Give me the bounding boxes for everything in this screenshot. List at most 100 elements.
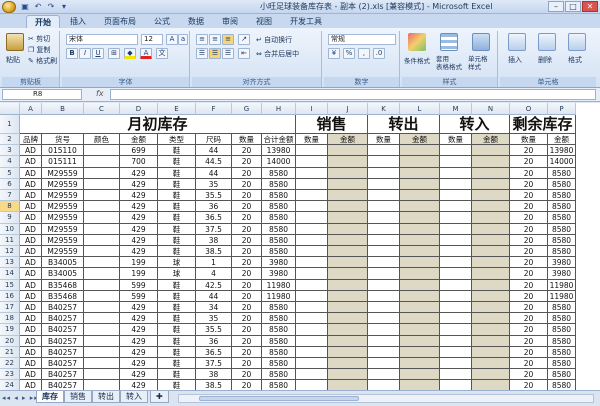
conditional-format-button[interactable]: 条件格式 xyxy=(404,55,430,65)
borders-icon[interactable]: ⊞ xyxy=(108,48,120,59)
table-cell[interactable]: AD xyxy=(20,324,42,336)
table-cell[interactable]: 3980 xyxy=(548,268,576,280)
table-cell[interactable] xyxy=(368,313,400,325)
table-cell[interactable]: 20 xyxy=(232,156,262,168)
table-cell[interactable] xyxy=(400,167,440,179)
table-cell[interactable] xyxy=(84,346,120,358)
table-cell[interactable] xyxy=(296,369,328,381)
table-cell[interactable]: 20 xyxy=(510,268,548,280)
table-cell[interactable] xyxy=(328,302,368,314)
table-cell[interactable]: 20 xyxy=(232,246,262,258)
ribbon-tab[interactable]: 公式 xyxy=(146,15,178,28)
table-cell[interactable]: 8580 xyxy=(262,369,296,381)
table-cell[interactable]: AD xyxy=(20,335,42,347)
table-cell[interactable]: 3980 xyxy=(548,257,576,269)
table-cell[interactable] xyxy=(400,346,440,358)
column-header[interactable]: K xyxy=(368,103,400,115)
column-header[interactable]: P xyxy=(548,103,576,115)
name-box[interactable]: R8 xyxy=(2,89,82,100)
table-cell[interactable]: 鞋 xyxy=(158,346,196,358)
decrease-indent-icon[interactable]: ⇤ xyxy=(238,48,250,59)
table-cell[interactable] xyxy=(368,279,400,291)
table-cell[interactable]: AD xyxy=(20,212,42,224)
table-cell[interactable]: 20 xyxy=(232,380,262,390)
table-cell[interactable] xyxy=(440,156,472,168)
table-cell[interactable]: 429 xyxy=(120,369,158,381)
table-cell[interactable]: 20 xyxy=(232,268,262,280)
row-header[interactable]: 20 xyxy=(0,335,20,347)
table-cell[interactable] xyxy=(84,145,120,157)
table-cell[interactable] xyxy=(84,369,120,381)
table-cell[interactable]: AD xyxy=(20,346,42,358)
table-cell[interactable]: 20 xyxy=(510,201,548,213)
shrink-font-icon[interactable]: a xyxy=(178,34,188,45)
table-cell[interactable]: 429 xyxy=(120,346,158,358)
table-cell[interactable]: 599 xyxy=(120,279,158,291)
table-cell[interactable]: B40257 xyxy=(42,324,84,336)
table-cell[interactable]: 35 xyxy=(196,178,232,190)
table-cell[interactable]: AD xyxy=(20,369,42,381)
conditional-format-icon[interactable] xyxy=(408,33,426,51)
table-cell[interactable] xyxy=(328,324,368,336)
align-center-icon[interactable]: ☰ xyxy=(209,48,221,59)
table-cell[interactable]: 20 xyxy=(510,313,548,325)
table-cell[interactable]: 20 xyxy=(232,369,262,381)
table-cell[interactable]: 20 xyxy=(510,223,548,235)
table-cell[interactable]: B40257 xyxy=(42,302,84,314)
bold-icon[interactable]: B xyxy=(66,48,78,59)
table-cell[interactable] xyxy=(296,145,328,157)
table-cell[interactable]: M29559 xyxy=(42,201,84,213)
insert-cells-button[interactable]: 插入 xyxy=(508,55,522,65)
insert-cells-icon[interactable] xyxy=(508,33,526,51)
table-cell[interactable]: 38.5 xyxy=(196,246,232,258)
table-cell[interactable] xyxy=(440,279,472,291)
column-header[interactable]: I xyxy=(296,103,328,115)
table-cell[interactable] xyxy=(328,358,368,370)
table-cell[interactable] xyxy=(472,324,510,336)
table-cell[interactable] xyxy=(296,302,328,314)
table-cell[interactable] xyxy=(440,167,472,179)
table-cell[interactable] xyxy=(296,178,328,190)
table-cell[interactable]: 38.5 xyxy=(196,380,232,390)
table-cell[interactable]: 8580 xyxy=(548,212,576,224)
table-cell[interactable]: 20 xyxy=(232,324,262,336)
wrap-text-button[interactable]: ↵ 自动换行 xyxy=(256,35,292,45)
italic-icon[interactable]: I xyxy=(79,48,91,59)
table-cell[interactable] xyxy=(84,178,120,190)
table-cell[interactable] xyxy=(328,257,368,269)
table-cell[interactable]: 8580 xyxy=(262,335,296,347)
table-cell[interactable]: 199 xyxy=(120,257,158,269)
table-cell[interactable]: 429 xyxy=(120,167,158,179)
table-cell[interactable] xyxy=(296,324,328,336)
table-cell[interactable]: B34005 xyxy=(42,268,84,280)
table-cell[interactable]: 20 xyxy=(510,145,548,157)
table-cell[interactable]: 3980 xyxy=(262,257,296,269)
table-cell[interactable]: 20 xyxy=(232,358,262,370)
format-cells-button[interactable]: 格式 xyxy=(568,55,582,65)
table-cell[interactable]: B40257 xyxy=(42,346,84,358)
column-header[interactable]: F xyxy=(196,103,232,115)
table-cell[interactable] xyxy=(296,290,328,302)
table-cell[interactable] xyxy=(440,246,472,258)
table-cell[interactable] xyxy=(296,268,328,280)
table-cell[interactable]: 20 xyxy=(232,335,262,347)
row-header[interactable]: 22 xyxy=(0,358,20,370)
table-cell[interactable]: B40257 xyxy=(42,380,84,390)
table-cell[interactable]: AD xyxy=(20,167,42,179)
table-cell[interactable] xyxy=(368,268,400,280)
row-header[interactable]: 21 xyxy=(0,346,20,358)
table-cell[interactable] xyxy=(368,380,400,390)
table-cell[interactable] xyxy=(84,212,120,224)
table-cell[interactable]: 429 xyxy=(120,190,158,202)
table-cell[interactable] xyxy=(472,201,510,213)
table-cell[interactable] xyxy=(328,335,368,347)
table-cell[interactable]: 8580 xyxy=(548,313,576,325)
table-cell[interactable]: 8580 xyxy=(548,223,576,235)
table-cell[interactable] xyxy=(472,212,510,224)
table-cell[interactable] xyxy=(368,212,400,224)
row-header[interactable]: 23 xyxy=(0,369,20,381)
table-cell[interactable]: 20 xyxy=(510,234,548,246)
save-icon[interactable]: ▣ xyxy=(20,2,30,12)
table-cell[interactable]: 36.5 xyxy=(196,346,232,358)
copy-button[interactable]: ❐ 复制 xyxy=(28,45,51,55)
